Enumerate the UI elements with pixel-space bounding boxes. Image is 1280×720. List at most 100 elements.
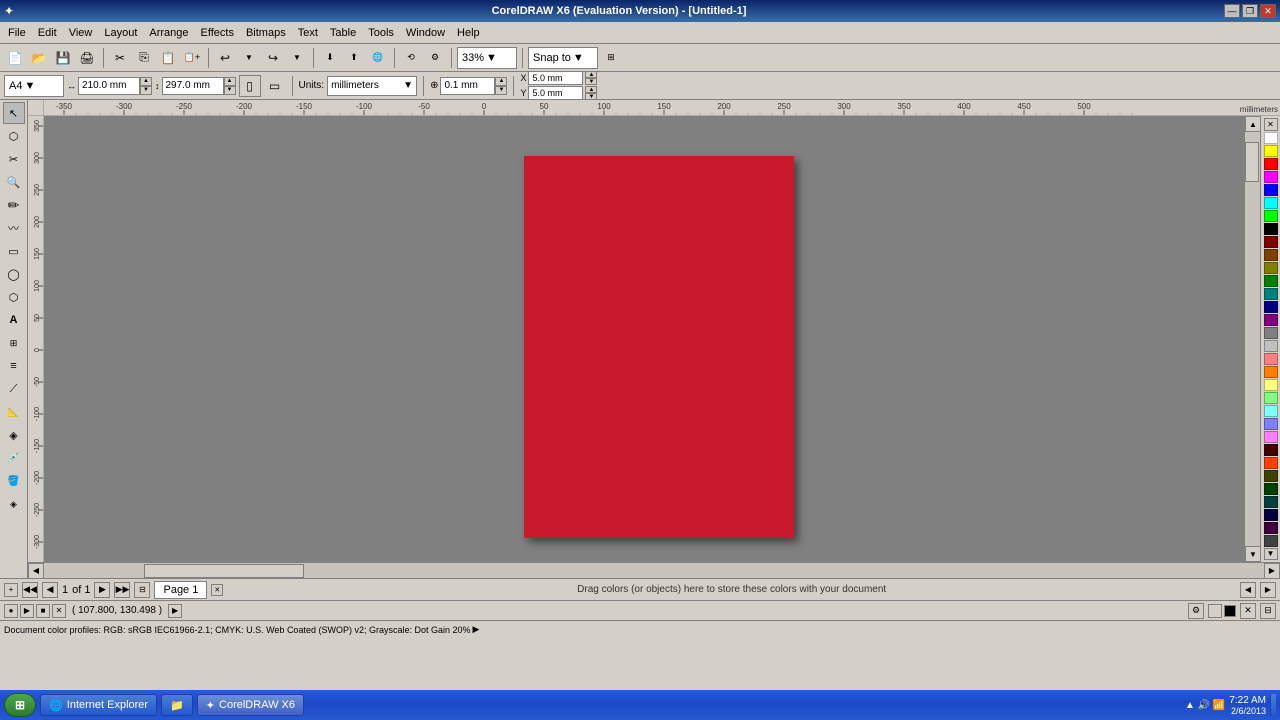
palette-teal[interactable] [1264,288,1278,300]
connector-tool[interactable]: ⟋ [3,378,25,400]
page-layout-btn[interactable]: ⊟ [134,582,150,598]
snap-options[interactable]: ⊞ [600,47,622,69]
palette-lightgreen[interactable] [1264,392,1278,404]
parallel-tool[interactable]: ≡ [3,355,25,377]
height-up[interactable]: ▲ [224,77,236,86]
palette-purple[interactable] [1264,314,1278,326]
menu-arrange[interactable]: Arrange [143,25,194,41]
nudge-dn[interactable]: ▼ [495,86,507,95]
height-dn[interactable]: ▼ [224,86,236,95]
taskbar-coreldraw[interactable]: ✦ CorelDRAW X6 [197,694,304,716]
palette-scroll-down[interactable]: ▼ [1264,548,1278,561]
palette-orange[interactable] [1264,366,1278,378]
eyedropper-tool[interactable]: 💉 [3,447,25,469]
palette-brown[interactable] [1264,249,1278,261]
strip-scroll-right[interactable]: ▶ [1260,582,1276,598]
scroll-up-arrow[interactable]: ▲ [1245,116,1261,132]
palette-darkgray[interactable] [1264,535,1278,547]
no-color-swatch[interactable]: ✕ [1264,118,1278,131]
palette-darkgreen[interactable] [1264,275,1278,287]
page-add-btn[interactable]: + [4,583,18,597]
restore-button[interactable]: ❐ [1242,4,1258,18]
y-spin[interactable]: ▲ ▼ [585,86,597,100]
height-input[interactable]: 297.0 mm [162,77,224,95]
zoom-dropdown[interactable]: 33% ▼ [457,47,517,69]
taskbar-ie[interactable]: 🌐 Internet Explorer [40,694,157,716]
new-button[interactable]: 📄 [4,47,26,69]
strip-scroll-left[interactable]: ◀ [1240,582,1256,598]
height-spin[interactable]: ▲ ▼ [224,77,236,95]
redo-dropdown[interactable]: ▼ [286,47,308,69]
scroll-down-arrow[interactable]: ▼ [1245,546,1261,562]
page-tab-close[interactable]: ✕ [211,584,223,596]
portrait-button[interactable]: ▯ [239,75,261,97]
minimize-button[interactable]: — [1224,4,1240,18]
paste-special[interactable]: 📋+ [181,47,203,69]
export-button[interactable]: ⬆ [343,47,365,69]
freehand-tool[interactable]: ✏ [3,194,25,216]
palette-lightcyan[interactable] [1264,405,1278,417]
landscape-button[interactable]: ▭ [264,75,286,97]
macro-btn[interactable]: ✕ [52,604,66,618]
units-dropdown[interactable]: millimeters ▼ [327,76,417,96]
y-input[interactable]: 5.0 mm [528,86,583,100]
menu-tools[interactable]: Tools [362,25,400,41]
scroll-bottom-thumb[interactable] [144,564,304,578]
x-input[interactable]: 5.0 mm [528,71,583,85]
palette-darkcyan[interactable] [1264,496,1278,508]
palette-pink[interactable] [1264,353,1278,365]
stop-btn[interactable]: ■ [36,604,50,618]
palette-green[interactable] [1264,210,1278,222]
options-button[interactable]: ⚙ [424,47,446,69]
status-icon3[interactable]: ⊟ [1260,603,1276,619]
palette-orangered[interactable] [1264,457,1278,469]
x-spin[interactable]: ▲ ▼ [585,71,597,85]
width-dn[interactable]: ▼ [140,86,152,95]
palette-darkpurple[interactable] [1264,522,1278,534]
polygon-tool[interactable]: ⬡ [3,286,25,308]
paper-size-dropdown[interactable]: A4 ▼ [4,75,64,97]
nudge-spin[interactable]: ▲ ▼ [495,77,507,95]
menu-help[interactable]: Help [451,25,486,41]
measure-tool[interactable]: 📐 [3,401,25,423]
palette-darkred[interactable] [1264,236,1278,248]
status-icon1[interactable]: ⚙ [1188,603,1204,619]
zoom-tool[interactable]: 🔍 [3,171,25,193]
palette-magenta[interactable] [1264,171,1278,183]
smartfill-tool[interactable]: ◈ [3,493,25,515]
scroll-right-thumb[interactable] [1245,142,1259,182]
status-icon2[interactable]: ✕ [1240,603,1256,619]
palette-lightblue[interactable] [1264,418,1278,430]
fill-tool[interactable]: 🪣 [3,470,25,492]
open-button[interactable]: 📂 [28,47,50,69]
page-first-btn[interactable]: ◀◀ [22,582,38,598]
menu-window[interactable]: Window [400,25,451,41]
menu-bitmaps[interactable]: Bitmaps [240,25,292,41]
copy-button[interactable]: ⎘ [133,47,155,69]
crop-tool[interactable]: ✂ [3,148,25,170]
transform-button[interactable]: ⟲ [400,47,422,69]
scroll-left-arrow[interactable]: ◀ [28,563,44,579]
page-last-btn[interactable]: ▶▶ [114,582,130,598]
palette-lightyellow[interactable] [1264,379,1278,391]
palette-lightmagenta[interactable] [1264,431,1278,443]
palette-black[interactable] [1264,223,1278,235]
shape-tool[interactable]: ⬡ [3,125,25,147]
color-profile-expand[interactable]: ▶ [473,624,480,635]
play-btn[interactable]: ▶ [20,604,34,618]
print-button[interactable]: 🖨 [76,47,98,69]
palette-silver[interactable] [1264,340,1278,352]
y-up[interactable]: ▲ [585,86,597,93]
palette-red[interactable] [1264,158,1278,170]
scroll-right-btn[interactable]: ▶ [1264,563,1280,579]
menu-edit[interactable]: Edit [32,25,63,41]
palette-darkolive[interactable] [1264,470,1278,482]
x-up[interactable]: ▲ [585,71,597,78]
palette-midnightblue[interactable] [1264,509,1278,521]
close-button[interactable]: ✕ [1260,4,1276,18]
palette-yellow[interactable] [1264,145,1278,157]
menu-layout[interactable]: Layout [98,25,143,41]
palette-maroon[interactable] [1264,444,1278,456]
scroll-bottom-track[interactable] [44,563,1264,579]
page-next-btn[interactable]: ▶ [94,582,110,598]
